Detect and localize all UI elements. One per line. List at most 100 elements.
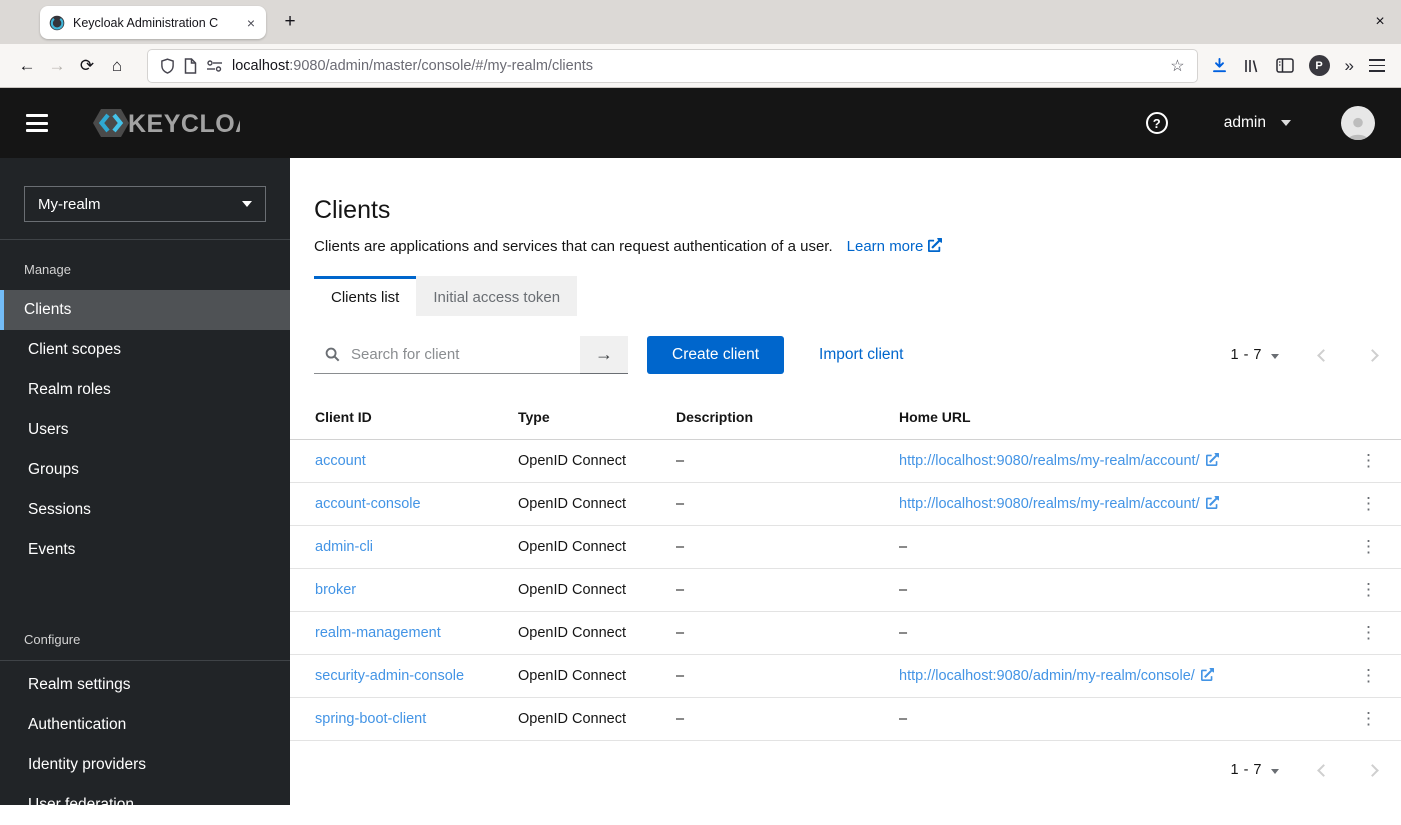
client-id-link[interactable]: realm-management [315, 625, 441, 641]
client-id-link[interactable]: account-console [315, 496, 421, 512]
user-menu[interactable]: admin [1224, 114, 1291, 132]
kebab-menu-icon[interactable]: ⋮ [1354, 622, 1383, 643]
sidebar-item-realm-roles[interactable]: Realm roles [0, 370, 290, 410]
bookmark-star-icon[interactable]: ☆ [1170, 56, 1184, 76]
chevron-right-icon [1366, 764, 1379, 777]
new-tab-button[interactable]: + [276, 9, 304, 35]
keycloak-masthead: KEYCLOAK ? admin [0, 88, 1401, 158]
description-text: Clients are applications and services th… [314, 238, 833, 255]
pagination-range: 1 - 7 [1230, 762, 1262, 778]
pagination-options-toggle[interactable] [1271, 346, 1279, 364]
home-url-link[interactable]: http://localhost:9080/realms/my-realm/ac… [899, 496, 1219, 512]
table-row: realm-managementOpenID Connect––⋮ [290, 612, 1401, 655]
sidebar-item-user-federation[interactable]: User federation [0, 785, 290, 825]
nav-section-label: Configure [0, 610, 290, 660]
col-client-id: Client ID [290, 398, 510, 440]
page-title: Clients [314, 196, 1377, 225]
sidebar-toggle-icon[interactable] [1276, 58, 1294, 73]
create-client-button[interactable]: Create client [647, 336, 784, 374]
search-submit-button[interactable]: → [580, 336, 628, 374]
kebab-menu-icon[interactable]: ⋮ [1354, 708, 1383, 729]
help-icon[interactable]: ? [1146, 112, 1168, 134]
kebab-menu-icon[interactable]: ⋮ [1354, 450, 1383, 471]
table-row: account-console OpenID Connect–http://loc… [290, 483, 1401, 526]
sidebar-item-groups[interactable]: Groups [0, 450, 290, 490]
sidebar-item-identity-providers[interactable]: Identity providers [0, 745, 290, 785]
reload-icon[interactable]: ⟳ [72, 51, 102, 81]
nav-toggle-icon[interactable] [26, 114, 48, 132]
main-content: Clients Clients are applications and ser… [290, 158, 1401, 805]
nav-section-label: Manage [0, 240, 290, 290]
url-bar[interactable]: localhost:9080/admin/master/console/#/my… [148, 50, 1197, 82]
home-url-link[interactable]: http://localhost:9080/realms/my-realm/ac… [899, 453, 1219, 469]
svg-text:KEYCLOAK: KEYCLOAK [128, 110, 240, 138]
sidebar-item-authentication[interactable]: Authentication [0, 705, 290, 745]
tab-initial-access-token[interactable]: Initial access token [416, 276, 577, 316]
chevron-left-icon [1317, 349, 1330, 362]
sidebar-item-client-scopes[interactable]: Client scopes [0, 330, 290, 370]
client-id-link[interactable]: admin-cli [315, 539, 373, 555]
library-icon[interactable] [1243, 58, 1261, 74]
import-client-link[interactable]: Import client [819, 346, 903, 364]
home-url-empty: – [891, 569, 1343, 612]
url-text[interactable]: localhost:9080/admin/master/console/#/my… [232, 58, 1161, 74]
client-type: OpenID Connect [510, 569, 668, 612]
client-type: OpenID Connect [510, 483, 668, 526]
client-description: – [668, 612, 891, 655]
sidebar-item-realm-settings[interactable]: Realm settings [0, 665, 290, 705]
page-header: Clients Clients are applications and ser… [290, 158, 1401, 255]
client-description: – [668, 483, 891, 526]
learn-more-link[interactable]: Learn more [847, 238, 943, 255]
home-url-empty: – [891, 526, 1343, 569]
kebab-menu-icon[interactable]: ⋮ [1354, 493, 1383, 514]
client-id-link[interactable]: account [315, 453, 366, 469]
kebab-menu-icon[interactable]: ⋮ [1354, 665, 1383, 686]
external-link-icon [1201, 668, 1214, 681]
sidebar: My-realm ManageClientsClient scopesRealm… [0, 158, 290, 805]
realm-selector[interactable]: My-realm [24, 186, 266, 222]
client-type: OpenID Connect [510, 612, 668, 655]
sidebar-item-users[interactable]: Users [0, 410, 290, 450]
shield-icon[interactable] [160, 58, 175, 74]
keycloak-logo[interactable]: KEYCLOAK [84, 106, 240, 140]
window-close-icon[interactable]: × [1369, 11, 1391, 33]
table-row: accountOpenID Connect–http://localhost:9… [290, 440, 1401, 483]
kebab-menu-icon[interactable]: ⋮ [1354, 536, 1383, 557]
client-type: OpenID Connect [510, 440, 668, 483]
client-description: – [668, 569, 891, 612]
downloads-icon[interactable] [1211, 57, 1228, 74]
pagination-range: 1 - 7 [1230, 347, 1262, 363]
next-page-button [1368, 766, 1377, 775]
sidebar-item-events[interactable]: Events [0, 530, 290, 570]
client-id-link[interactable]: broker [315, 582, 356, 598]
extension-p-icon[interactable]: P [1309, 55, 1330, 76]
client-id-link[interactable]: security-admin-console [315, 668, 464, 684]
kebab-menu-icon[interactable]: ⋮ [1354, 579, 1383, 600]
search-input[interactable] [349, 345, 569, 364]
page-info-icon[interactable] [184, 58, 197, 74]
pagination-options-toggle[interactable] [1271, 761, 1279, 779]
prev-page-button [1319, 766, 1328, 775]
tab-close-icon[interactable]: × [245, 14, 257, 32]
client-description: – [668, 655, 891, 698]
tab-clients-list[interactable]: Clients list [314, 276, 416, 316]
prev-page-button [1319, 351, 1328, 360]
home-icon[interactable]: ⌂ [102, 51, 132, 81]
client-id-link[interactable]: spring-boot-client [315, 711, 426, 727]
nav-section: ManageClientsClient scopesRealm rolesUse… [0, 240, 290, 570]
browser-action-icons: P » [1211, 55, 1389, 76]
url-host: localhost [232, 58, 289, 74]
permissions-icon[interactable] [206, 59, 223, 73]
overflow-menu-icon[interactable]: » [1345, 56, 1354, 76]
external-link-icon [1206, 496, 1219, 509]
browser-tab[interactable]: Keycloak Administration C × [40, 6, 266, 39]
home-url-link[interactable]: http://localhost:9080/admin/my-realm/con… [899, 668, 1214, 684]
firefox-menu-icon[interactable] [1369, 59, 1385, 71]
sidebar-item-clients[interactable]: Clients [0, 290, 290, 330]
avatar[interactable] [1341, 106, 1375, 140]
back-icon[interactable]: ← [12, 51, 42, 81]
sidebar-item-sessions[interactable]: Sessions [0, 490, 290, 530]
pagination-bottom-wrap: 1 - 7 [290, 741, 1401, 779]
col-actions [1343, 398, 1401, 440]
browser-tab-strip: Keycloak Administration C × + × [0, 0, 1401, 44]
